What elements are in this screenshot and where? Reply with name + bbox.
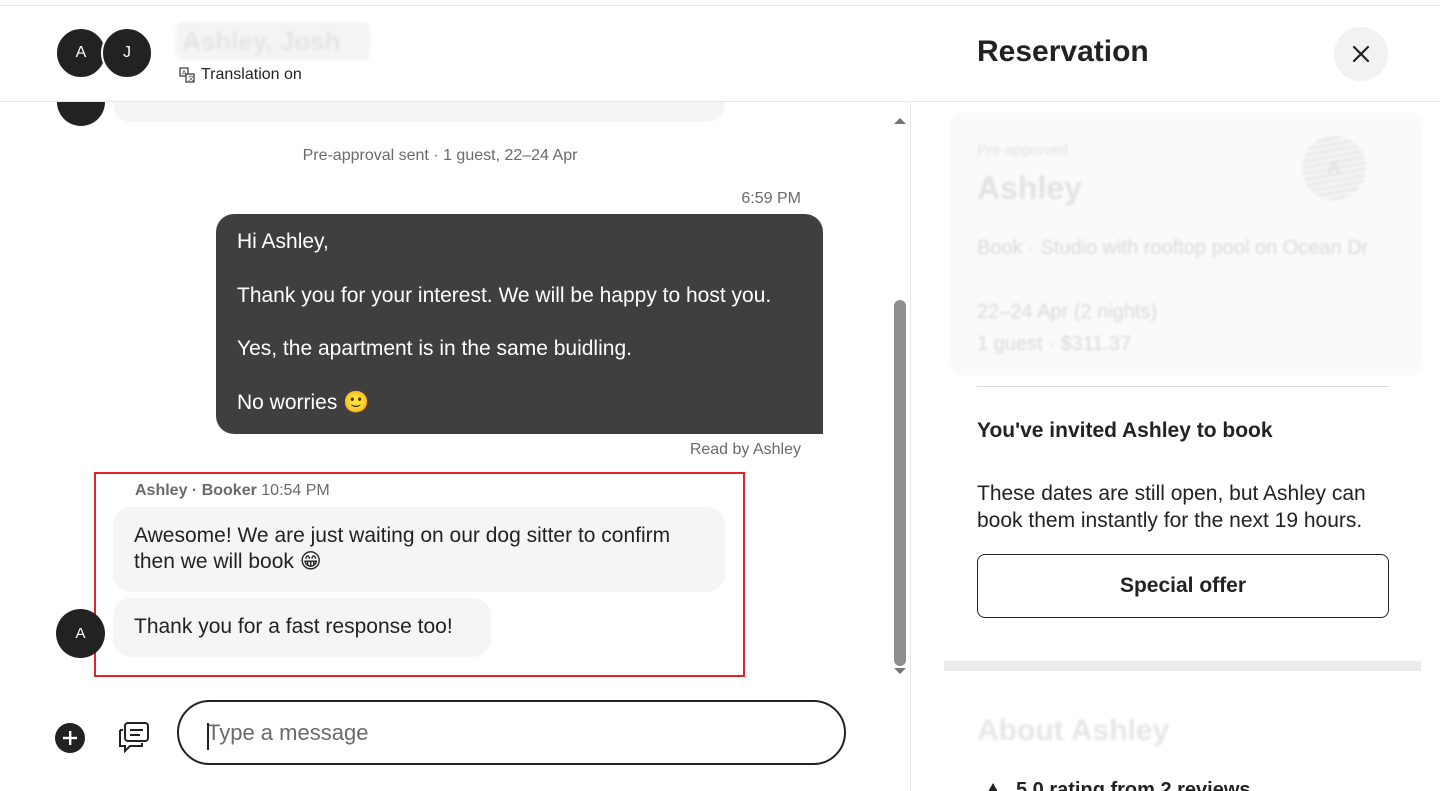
listing-title: Book · Studio with rooftop pool on Ocean… [977,237,1369,259]
section-divider [944,661,1421,671]
reservation-guest-name: Ashley [977,170,1082,206]
message-templates-icon [119,722,149,754]
rating-row: 5.0 rating from 2 reviews [984,779,1251,791]
special-offer-button[interactable]: Special offer [977,554,1389,618]
add-attachment-button[interactable] [55,723,85,753]
message-line: Hi Ashley, [237,230,329,253]
guest-message-bubble: Awesome! We are just waiting on our dog … [113,507,725,592]
message-line: Thank you for your interest. We will be … [237,283,772,307]
sender-meta: Ashley · Booker 10:54 PM [135,482,330,500]
divider [977,386,1389,387]
message-input[interactable] [177,700,846,765]
avatar[interactable]: A [55,27,107,79]
read-receipt: Read by Ashley [689,441,801,458]
reservation-summary-card[interactable]: Pre-approved Ashley A Book · Studio with… [950,112,1422,376]
svg-text:文: 文 [188,75,194,83]
avatar [57,102,105,126]
guest-name[interactable]: Ashley, Josh [176,22,370,60]
translate-icon: A 文 [179,67,195,83]
close-button[interactable] [1334,27,1388,81]
rating-text: 5.0 rating from 2 reviews [1016,779,1251,791]
reservation-status: Pre-approved [977,142,1068,159]
panel-title: Reservation [977,35,1149,68]
avatar[interactable]: J [101,27,153,79]
host-message-bubble: Hi Ashley, Thank you for your interest. … [216,214,823,434]
message-timestamp: 10:54 PM [261,482,330,499]
message-thread[interactable]: Pre-approval sent · 1 guest, 22–24 Apr 6… [0,102,911,682]
text-caret [207,723,209,750]
translation-label: Translation on [201,66,302,83]
message-line: Yes, the apartment is in the same buidli… [237,337,632,360]
invite-body: These dates are still open, but Ashley c… [977,482,1366,532]
reservation-dates: 22–24 Apr (2 nights) [977,301,1158,323]
close-icon [1352,45,1370,63]
about-guest-title: About Ashley [977,714,1170,747]
scrollbar-thumb[interactable] [894,300,906,666]
system-event: Pre-approval sent · 1 guest, 22–24 Apr [302,147,578,164]
quick-replies-button[interactable] [117,720,151,754]
scroll-up-arrow-icon[interactable] [894,118,906,124]
message-line: No worries 🙂 [237,390,370,414]
star-icon [984,783,1002,791]
plus-icon [63,731,77,745]
reservation-header: Reservation [912,6,1440,102]
reservation-panel: Reservation Pre-approved Ashley A Book ·… [912,6,1440,791]
reservation-guests-price: 1 guest · $311.37 [977,333,1132,355]
composer [0,682,911,791]
avatar: A [1302,136,1366,200]
previous-message-bubble [113,102,725,122]
chat-pane: A J Ashley, Josh A 文 Translation on Pre-… [0,6,911,791]
scroll-down-arrow-icon[interactable] [894,668,906,674]
translation-toggle[interactable]: A 文 Translation on [179,66,302,84]
invite-title: You've invited Ashley to book [977,419,1273,442]
sender-name: Ashley · Booker [135,482,257,499]
guest-message-bubble: Thank you for a fast response too! [113,598,491,657]
avatar[interactable]: A [56,609,105,658]
chat-header: A J Ashley, Josh A 文 Translation on [0,6,911,102]
scrollbar[interactable] [893,114,907,680]
message-timestamp: 6:59 PM [741,190,801,207]
